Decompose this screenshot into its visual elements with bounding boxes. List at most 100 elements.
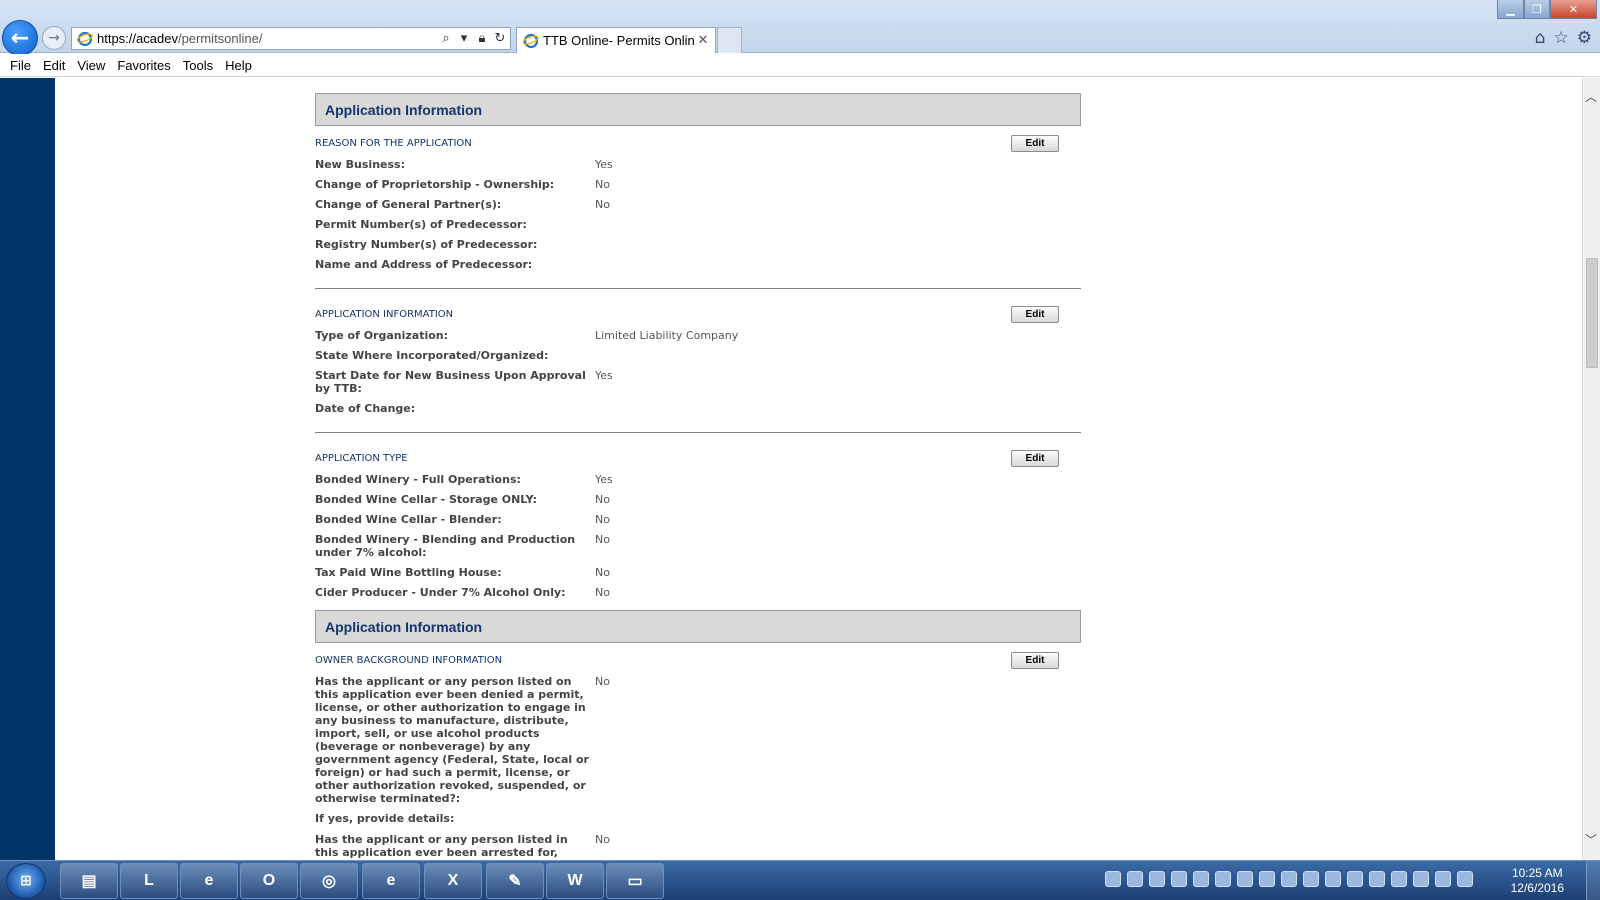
- field-value: No: [595, 833, 610, 846]
- field-value: Limited Liability Company: [595, 329, 739, 342]
- field-label: Change of General Partner(s):: [315, 198, 502, 211]
- menu-tools[interactable]: Tools: [177, 58, 219, 73]
- field-row: Bonded Wine Cellar - Storage ONLY: No: [315, 493, 1081, 506]
- address-bar[interactable]: https://acadev/permitsonline/ ⌕ ▾ 🔒︎ ↻: [71, 27, 511, 50]
- tray-icon[interactable]: [1237, 871, 1253, 887]
- block-title: APPLICATION INFORMATION: [315, 308, 454, 320]
- photos-icon[interactable]: ▭: [606, 863, 664, 899]
- word-icon[interactable]: W: [546, 863, 604, 899]
- new-tab-button[interactable]: [717, 27, 742, 53]
- field-value: No: [595, 198, 610, 211]
- field-label: Bonded Wine Cellar - Blender:: [315, 513, 502, 526]
- field-value: No: [595, 178, 610, 191]
- block-title: REASON FOR THE APPLICATION: [315, 137, 472, 149]
- menu-favorites[interactable]: Favorites: [111, 58, 176, 73]
- lock-icon[interactable]: 🔒︎: [474, 31, 490, 46]
- field-row: Has the applicant or any person listed i…: [315, 833, 1081, 860]
- field-label: Has the applicant or any person listed i…: [315, 833, 568, 860]
- tray-icon[interactable]: [1215, 871, 1231, 887]
- tray-icon[interactable]: [1413, 871, 1429, 887]
- dropdown-icon[interactable]: ▾: [456, 31, 472, 46]
- field-row: Has the applicant or any person listed o…: [315, 675, 1081, 805]
- search-icon[interactable]: ⌕: [438, 31, 454, 46]
- field-row: Change of General Partner(s): No: [315, 198, 1081, 211]
- address-url[interactable]: https://acadev/permitsonline/: [97, 31, 438, 46]
- menu-view[interactable]: View: [71, 58, 111, 73]
- internet-explorer-icon[interactable]: e: [180, 863, 238, 899]
- scroll-down-arrow-icon[interactable]: ﹀: [1585, 831, 1597, 848]
- back-arrow-icon[interactable]: ←: [2, 20, 38, 56]
- scroll-thumb[interactable]: [1586, 258, 1598, 368]
- field-value: Yes: [595, 158, 613, 171]
- field-label: Registry Number(s) of Predecessor:: [315, 238, 538, 251]
- notepad-icon[interactable]: ✎: [486, 863, 544, 899]
- menu-help[interactable]: Help: [219, 58, 258, 73]
- section-header: Application Information: [315, 610, 1081, 643]
- tray-icon[interactable]: [1325, 871, 1341, 887]
- edit-reason-button[interactable]: Edit: [1011, 134, 1059, 152]
- section-title: Application Information: [325, 618, 483, 635]
- tray-icon[interactable]: [1193, 871, 1209, 887]
- menu-file[interactable]: File: [4, 58, 37, 73]
- file-explorer-icon[interactable]: ▤: [60, 863, 118, 899]
- edit-application-type-button[interactable]: Edit: [1011, 449, 1059, 467]
- show-desktop-button[interactable]: [1586, 861, 1600, 900]
- tray-icon[interactable]: [1369, 871, 1385, 887]
- field-label: Bonded Winery - Full Operations:: [315, 473, 521, 486]
- target-app-icon[interactable]: ◎: [300, 863, 358, 899]
- menu-bar: File Edit View Favorites Tools Help: [0, 54, 1600, 77]
- tray-icon[interactable]: [1347, 871, 1363, 887]
- tray-icon[interactable]: [1171, 871, 1187, 887]
- system-tray: [1105, 871, 1473, 887]
- maximize-button[interactable]: ❐: [1524, 0, 1550, 19]
- field-label: Cider Producer - Under 7% Alcohol Only:: [315, 586, 566, 599]
- edit-owner-background-button[interactable]: Edit: [1011, 651, 1059, 669]
- close-tab-icon[interactable]: ✕: [695, 33, 711, 48]
- outlook-icon[interactable]: O: [240, 863, 298, 899]
- lync-icon[interactable]: L: [120, 863, 178, 899]
- field-row: If yes, provide details:: [315, 812, 1081, 825]
- network-icon[interactable]: [1457, 871, 1473, 887]
- field-row: Bonded Winery - Blending and Production …: [315, 533, 1081, 559]
- field-label: Change of Proprietorship - Ownership:: [315, 178, 555, 191]
- taskbar-clock[interactable]: 10:25 AM 12/6/2016: [1511, 866, 1564, 896]
- vertical-scrollbar[interactable]: ︿ ﹀: [1582, 78, 1600, 860]
- browser-tab[interactable]: TTB Online- Permits Online... ✕: [516, 27, 716, 53]
- home-icon[interactable]: ⌂: [1535, 28, 1546, 48]
- internet-explorer-icon[interactable]: e: [362, 863, 420, 899]
- tab-title: TTB Online- Permits Online...: [543, 33, 695, 48]
- star-icon[interactable]: ☆: [1554, 28, 1569, 48]
- field-label: If yes, provide details:: [315, 812, 455, 825]
- url-path: /permitsonline/: [177, 31, 263, 46]
- menu-edit[interactable]: Edit: [37, 58, 71, 73]
- tray-icon[interactable]: [1391, 871, 1407, 887]
- block-application-type: APPLICATION TYPE Edit Bonded Winery - Fu…: [315, 441, 1081, 616]
- close-window-button[interactable]: ✕: [1550, 0, 1597, 19]
- tray-icon[interactable]: [1259, 871, 1275, 887]
- field-row: Type of Organization: Limited Liability C…: [315, 329, 1081, 342]
- tray-icon[interactable]: [1105, 871, 1121, 887]
- field-value: No: [595, 566, 610, 579]
- field-label: Date of Change:: [315, 402, 416, 415]
- tray-icon[interactable]: [1281, 871, 1297, 887]
- start-button[interactable]: ⊞: [6, 863, 46, 899]
- url-host: https://acadev: [97, 31, 178, 46]
- scroll-up-arrow-icon[interactable]: ︿: [1585, 88, 1597, 105]
- field-row: Date of Change:: [315, 402, 1081, 415]
- minimize-button[interactable]: ▁: [1497, 0, 1524, 19]
- field-label: Bonded Winery - Blending and Production …: [315, 533, 576, 559]
- excel-icon[interactable]: X: [424, 863, 482, 899]
- tray-icon[interactable]: [1303, 871, 1319, 887]
- section-header: Application Information: [315, 93, 1081, 126]
- field-label: New Business:: [315, 158, 405, 171]
- forward-arrow-icon[interactable]: →: [42, 26, 66, 50]
- field-row: Cider Producer - Under 7% Alcohol Only: N…: [315, 586, 1081, 599]
- tray-icon[interactable]: [1127, 871, 1143, 887]
- tray-icon[interactable]: [1149, 871, 1165, 887]
- field-label: Name and Address of Predecessor:: [315, 258, 533, 271]
- field-row: Change of Proprietorship - Ownership: No: [315, 178, 1081, 191]
- volume-icon[interactable]: [1435, 871, 1451, 887]
- edit-application-info-button[interactable]: Edit: [1011, 305, 1059, 323]
- gear-icon[interactable]: ⚙: [1577, 28, 1592, 48]
- refresh-icon[interactable]: ↻: [492, 31, 508, 46]
